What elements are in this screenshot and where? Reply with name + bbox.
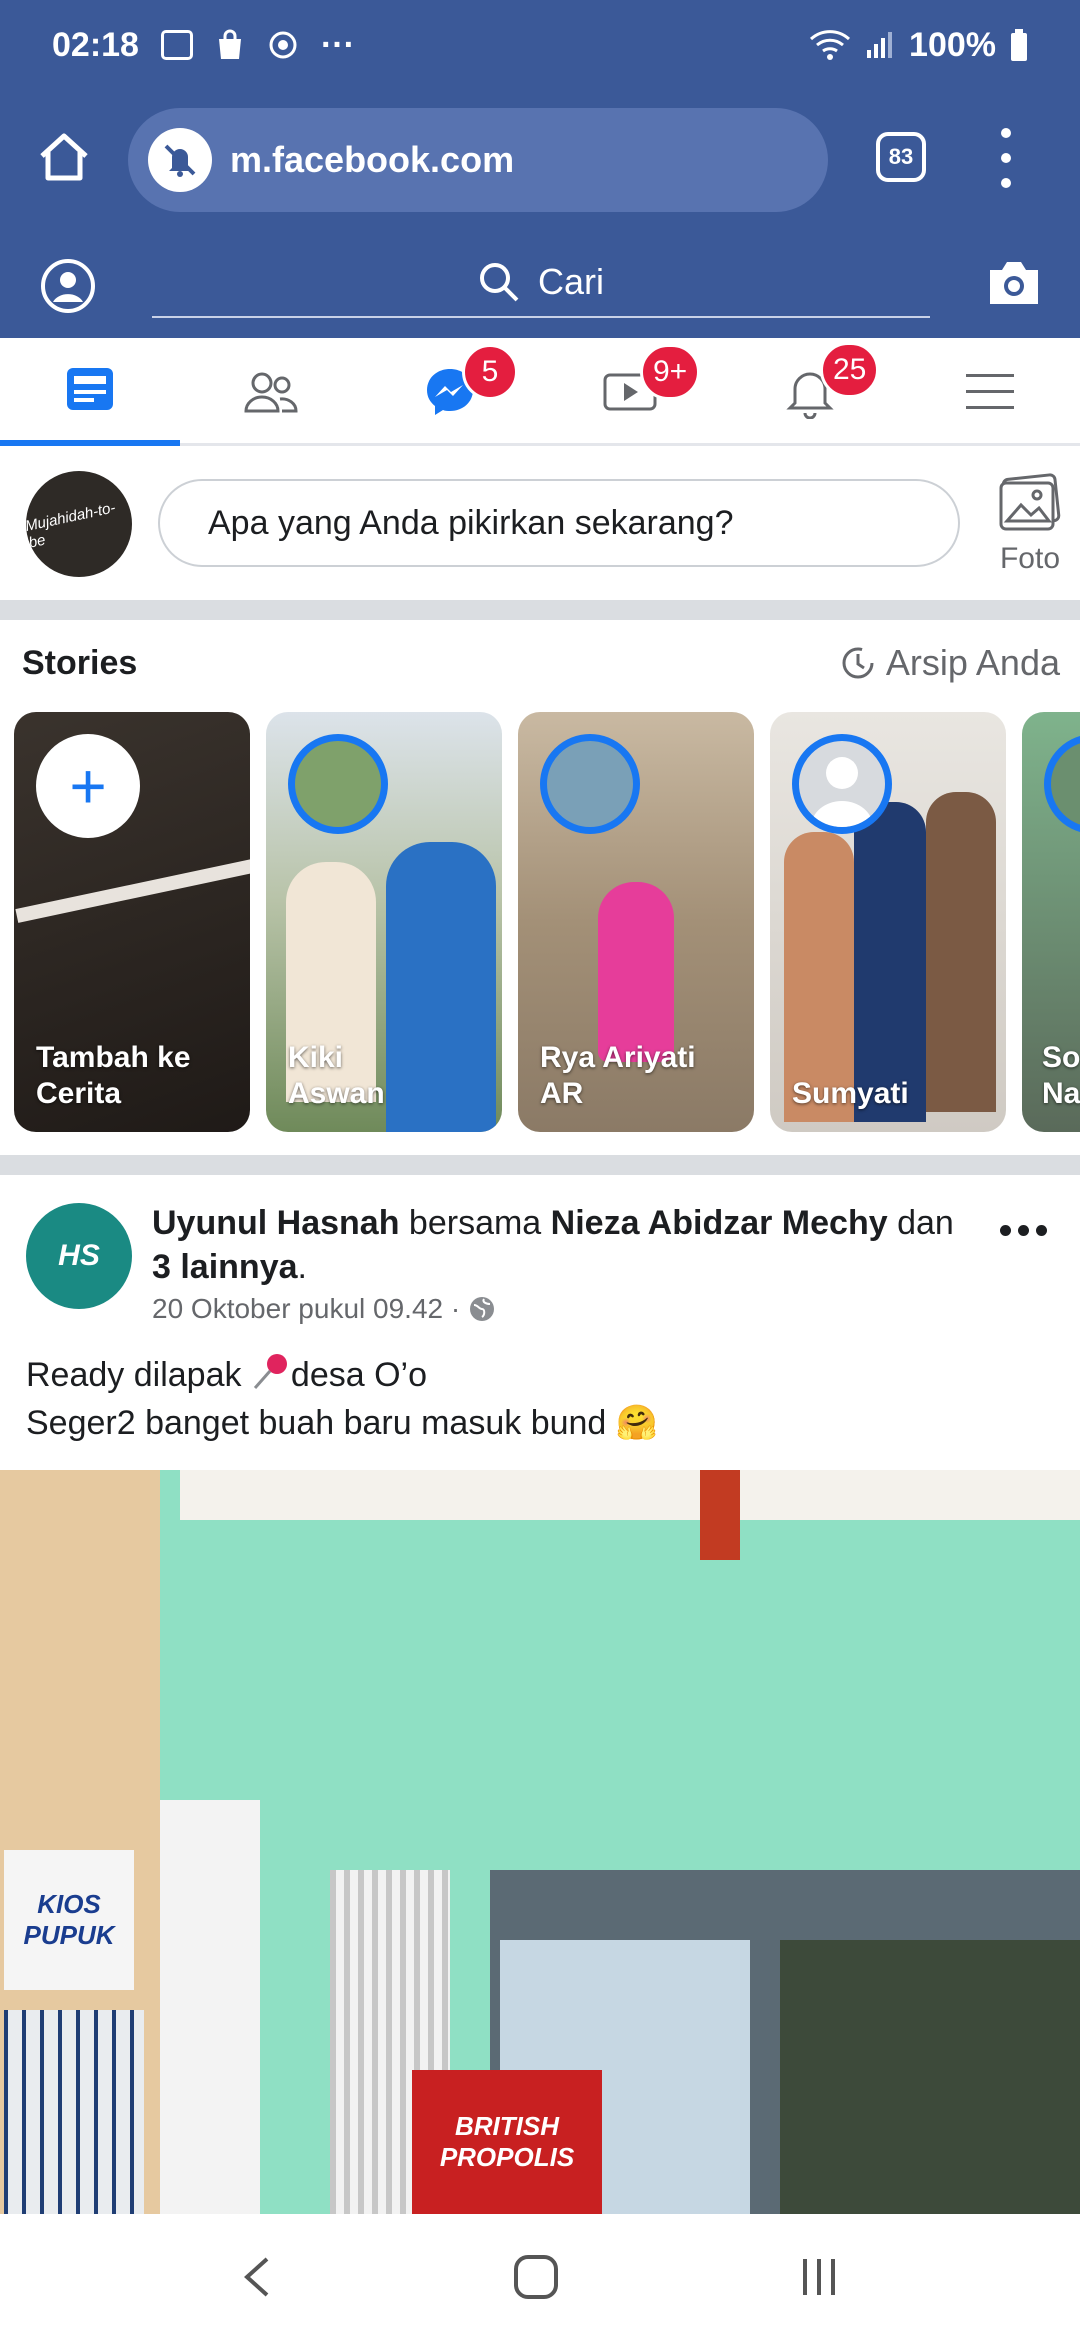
story-name: Kiki Aswan bbox=[288, 1041, 385, 1110]
story-name: Sumyati bbox=[792, 1077, 909, 1110]
divider bbox=[0, 1155, 1080, 1175]
tab-watch[interactable]: 9+ bbox=[540, 338, 720, 446]
post-timestamp[interactable]: 20 Oktober pukul 09.42 · bbox=[152, 1293, 496, 1325]
post-photo[interactable]: KIOS PUPUK BRITISH PROPOLIS bbox=[0, 1470, 1080, 2214]
story-name: So Na bbox=[1042, 1041, 1080, 1110]
messenger-badge: 5 bbox=[462, 344, 518, 400]
photo-icon bbox=[999, 473, 1061, 531]
gallery-icon bbox=[160, 30, 193, 60]
signal-icon bbox=[867, 32, 893, 58]
story-card[interactable]: So Na bbox=[1022, 712, 1080, 1132]
story-photo-child bbox=[598, 882, 674, 1062]
status-bar: 02:18 ··· 100% bbox=[0, 0, 1080, 90]
photo-button[interactable]: Foto bbox=[988, 473, 1072, 576]
notification-blocked-icon[interactable] bbox=[148, 128, 212, 192]
photo-pillar bbox=[160, 1800, 260, 2214]
main-nav: 5 9+ 25 bbox=[0, 338, 1080, 446]
watch-badge: 9+ bbox=[640, 344, 701, 400]
post-author-link[interactable]: Uyunul Hasnah bbox=[152, 1204, 399, 1242]
story-photo-person bbox=[926, 792, 996, 1112]
battery-icon bbox=[1011, 29, 1027, 61]
tagged-user-link[interactable]: Nieza Abidzar Mechy bbox=[551, 1204, 888, 1242]
others-link[interactable]: 3 lainnya bbox=[152, 1248, 298, 1286]
photo-window-pane bbox=[780, 1940, 1080, 2214]
tab-notifications[interactable]: 25 bbox=[720, 338, 900, 446]
fb-header: Cari bbox=[0, 230, 1080, 338]
more-notifications-icon: ··· bbox=[320, 25, 355, 64]
tab-messenger[interactable]: 5 bbox=[360, 338, 540, 446]
story-card-add[interactable]: + Tambah ke Cerita bbox=[14, 712, 250, 1132]
tab-friends[interactable] bbox=[180, 338, 360, 446]
photo-kios-sign: KIOS PUPUK bbox=[4, 1850, 134, 1990]
divider bbox=[0, 600, 1080, 620]
tab-switcher-button[interactable]: 83 bbox=[876, 132, 926, 182]
story-name: Rya Ariyati AR bbox=[540, 1041, 696, 1110]
recent-apps-icon[interactable] bbox=[797, 2255, 841, 2299]
story-card[interactable]: Rya Ariyati AR bbox=[518, 712, 754, 1132]
story-name: Tambah ke Cerita bbox=[36, 1041, 191, 1110]
stories-title: Stories bbox=[22, 644, 138, 682]
tab-news-feed[interactable] bbox=[0, 338, 180, 446]
stories-header: Stories Arsip Anda bbox=[0, 620, 1080, 710]
photo-grille bbox=[4, 2010, 144, 2214]
clock: 02:18 bbox=[52, 25, 139, 64]
status-prompt-input[interactable]: Apa yang Anda pikirkan sekarang? bbox=[158, 479, 960, 567]
archive-clock-icon bbox=[842, 647, 874, 679]
photo-label: Foto bbox=[999, 542, 1061, 575]
browser-menu-icon[interactable] bbox=[996, 128, 1016, 188]
post-composer: Mujahidah-to-be Apa yang Anda pikirkan s… bbox=[0, 449, 1080, 599]
photo-ceiling-trim bbox=[180, 1470, 1080, 1520]
story-card[interactable]: Sumyati bbox=[770, 712, 1006, 1132]
battery-percent: 100% bbox=[909, 25, 996, 64]
story-avatar bbox=[288, 734, 388, 834]
archive-link[interactable]: Arsip Anda bbox=[840, 642, 1060, 684]
home-button-icon[interactable] bbox=[512, 2253, 560, 2301]
shopping-bag-icon bbox=[218, 29, 241, 59]
profile-icon[interactable] bbox=[40, 258, 96, 314]
post-options-icon[interactable] bbox=[1000, 1225, 1047, 1236]
story-photo-person bbox=[854, 802, 926, 1122]
url-text: m.facebook.com bbox=[230, 139, 515, 180]
search-placeholder: Cari bbox=[537, 261, 604, 302]
home-icon[interactable] bbox=[36, 130, 92, 186]
post-header: Uyunul Hasnah bersama Nieza Abidzar Mech… bbox=[152, 1204, 954, 1286]
globe-icon bbox=[470, 1297, 495, 1321]
user-avatar[interactable]: Mujahidah-to-be bbox=[26, 471, 132, 577]
story-add-background-art bbox=[15, 855, 250, 923]
notifications-badge: 25 bbox=[820, 342, 880, 398]
friends-icon bbox=[244, 372, 298, 413]
sync-icon bbox=[269, 31, 297, 59]
photo-red-bracket bbox=[700, 1470, 740, 1560]
wifi-icon bbox=[810, 30, 851, 60]
story-avatar bbox=[1044, 734, 1080, 834]
pushpin-icon bbox=[253, 1354, 287, 1389]
back-icon[interactable] bbox=[239, 2255, 275, 2299]
post-author-avatar[interactable]: HS bbox=[26, 1203, 132, 1309]
tab-menu[interactable] bbox=[900, 338, 1080, 446]
news-feed-icon bbox=[67, 368, 113, 410]
story-card[interactable]: Kiki Aswan bbox=[266, 712, 502, 1132]
photo-propolis-sign: BRITISH PROPOLIS bbox=[412, 2070, 602, 2214]
story-photo-person bbox=[386, 842, 496, 1132]
hamburger-menu-icon bbox=[966, 374, 1014, 409]
camera-icon[interactable] bbox=[986, 258, 1042, 308]
post-text: Ready dilapak desa O’o Seger2 banget bua… bbox=[26, 1351, 658, 1447]
story-avatar bbox=[792, 734, 892, 834]
add-story-icon[interactable]: + bbox=[36, 734, 140, 838]
search-input[interactable]: Cari bbox=[152, 248, 930, 318]
story-avatar bbox=[540, 734, 640, 834]
browser-toolbar: m.facebook.com 83 bbox=[0, 90, 1080, 230]
default-avatar-icon bbox=[811, 757, 873, 827]
system-nav-bar bbox=[0, 2214, 1080, 2340]
search-icon bbox=[479, 263, 519, 302]
address-bar[interactable]: m.facebook.com bbox=[128, 108, 828, 212]
